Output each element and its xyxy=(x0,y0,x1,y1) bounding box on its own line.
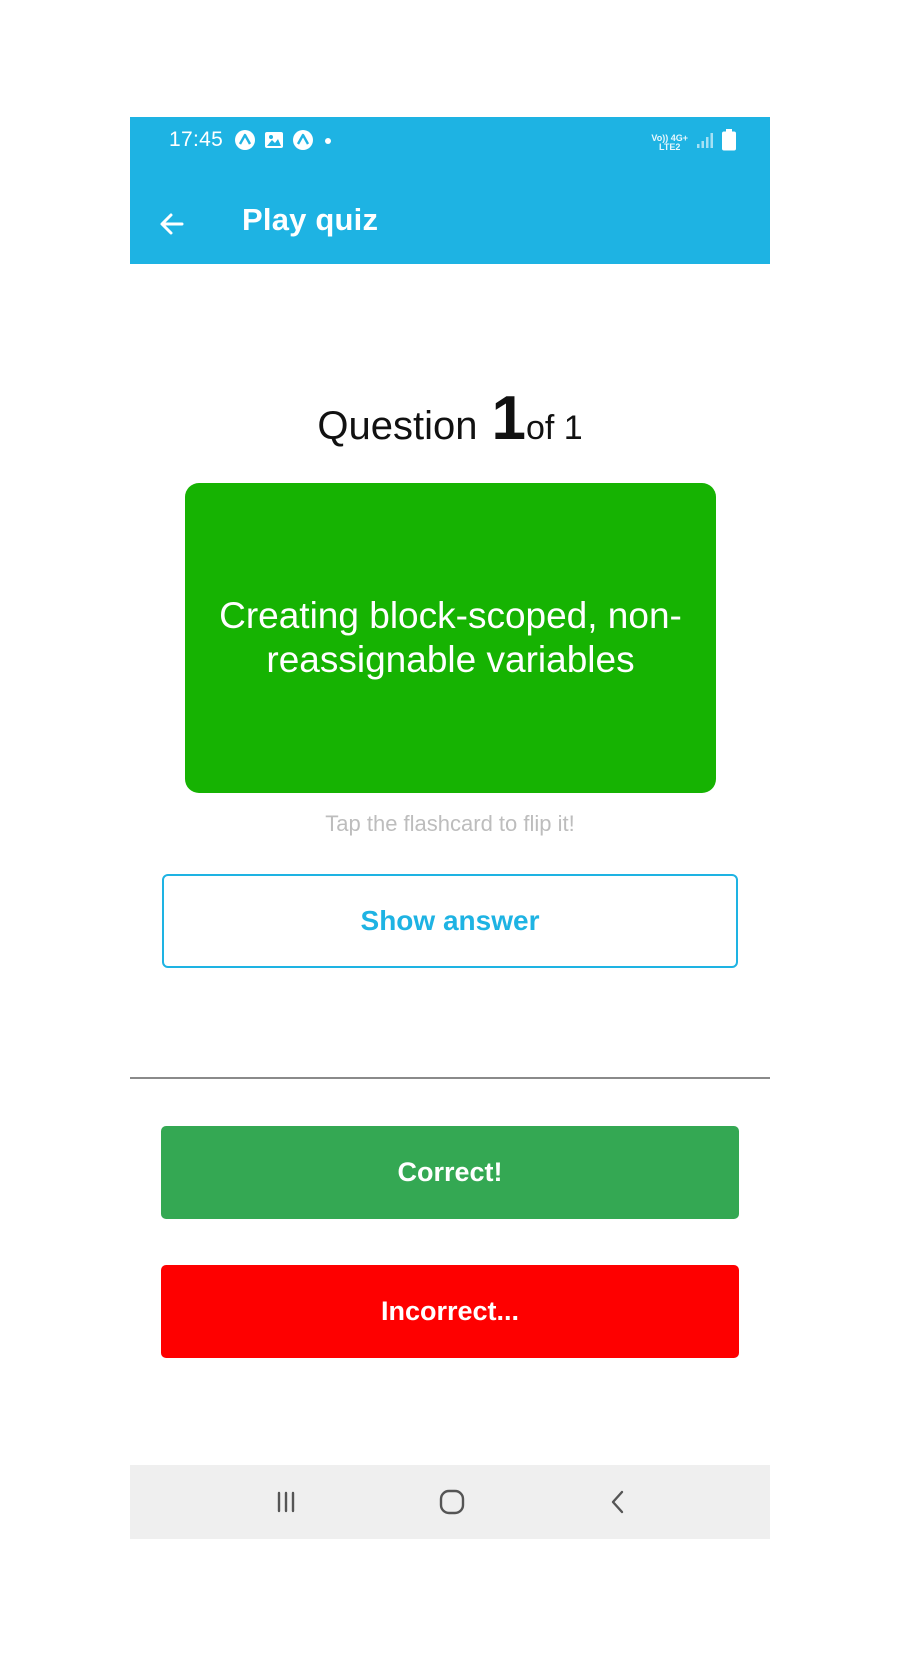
signal-icon xyxy=(696,131,714,154)
status-time: 17:45 xyxy=(169,128,224,151)
nav-home-button[interactable] xyxy=(434,1484,470,1520)
page-title: Play quiz xyxy=(242,202,379,237)
flip-hint: Tap the flashcard to flip it! xyxy=(325,811,575,836)
recents-icon xyxy=(277,1491,295,1513)
image-icon xyxy=(264,130,284,155)
arrow-left-icon xyxy=(160,213,184,235)
phone-screen: 17:45 Vo)) 4G+ LTE2 Play quiz Question 1… xyxy=(130,117,770,1539)
nav-recents-button[interactable] xyxy=(268,1484,304,1520)
question-counter: Question 1of 1 xyxy=(130,383,770,454)
app-bar: 17:45 Vo)) 4G+ LTE2 Play quiz xyxy=(130,117,770,264)
app-icon xyxy=(234,129,256,156)
network-indicator: Vo)) 4G+ LTE2 xyxy=(651,133,688,152)
question-label: Question xyxy=(317,404,478,448)
question-number: 1 xyxy=(491,384,526,453)
app-icon xyxy=(292,129,314,156)
flashcard-text: Creating block-scoped, non-reassignable … xyxy=(219,595,682,680)
correct-button[interactable]: Correct! xyxy=(161,1126,739,1219)
system-nav-bar xyxy=(130,1465,770,1539)
divider xyxy=(130,1077,770,1079)
status-icons-right: Vo)) 4G+ LTE2 xyxy=(651,129,736,156)
home-icon xyxy=(439,1489,465,1515)
show-answer-button[interactable]: Show answer xyxy=(162,874,738,968)
question-total: of 1 xyxy=(525,409,583,447)
back-icon xyxy=(611,1490,624,1514)
incorrect-button[interactable]: Incorrect... xyxy=(161,1265,739,1358)
flashcard[interactable]: Creating block-scoped, non-reassignable … xyxy=(185,483,716,793)
battery-icon xyxy=(722,129,736,156)
status-icons-left xyxy=(234,129,334,156)
network-bottom-label: LTE2 xyxy=(659,141,681,152)
dot-icon xyxy=(322,134,334,152)
nav-back-button[interactable] xyxy=(600,1484,636,1520)
back-button[interactable] xyxy=(152,204,192,244)
